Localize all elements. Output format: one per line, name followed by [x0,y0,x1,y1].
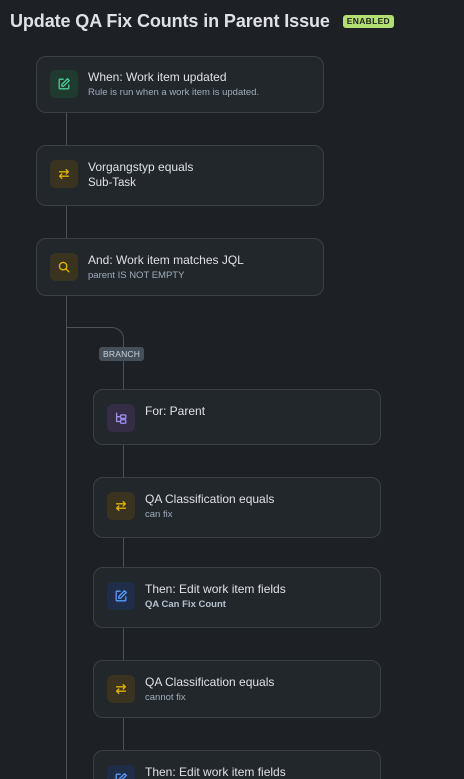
swap-arrows-icon [107,675,135,703]
rule-title: Update QA Fix Counts in Parent Issue [10,10,330,31]
node-subtitle: QA Can Fix Count [145,599,226,610]
connector-line [123,444,124,478]
edit-square-icon [107,765,135,779]
node-subtitle: cannot fix [145,692,186,703]
connector-line [66,112,67,146]
action-card[interactable]: Then: Edit work item fields QA Can Fix C… [93,567,381,628]
condition-card[interactable]: And: Work item matches JQL parent IS NOT… [36,238,324,296]
node-subtitle: can fix [145,509,173,520]
status-badge: ENABLED [342,14,394,28]
rule-header: Update QA Fix Counts in Parent Issue ENA… [10,9,394,33]
node-subtitle: Rule is run when a work item is updated. [88,87,260,98]
trigger-card[interactable]: When: Work item updated Rule is run when… [36,56,324,113]
connector-line [123,537,124,568]
condition-card[interactable]: QA Classification equals cannot fix [93,660,381,718]
branch-card[interactable]: For: Parent [93,389,381,445]
node-title: QA Classification equals [145,675,275,689]
node-title: Then: Edit work item fields [145,582,286,596]
node-title: Then: Edit work item fields [145,765,286,779]
hierarchy-icon [107,404,135,432]
swap-arrows-icon [50,160,78,188]
connector-line [123,717,124,751]
node-title: QA Classification equals [145,492,275,506]
condition-card[interactable]: QA Classification equals can fix [93,477,381,538]
node-title: Vorgangstyp equals [88,160,194,174]
branch-label: BRANCH [99,347,145,361]
connector-line [66,205,67,239]
node-subtitle: Sub-Task [88,177,136,189]
condition-card[interactable]: Vorgangstyp equals Sub-Task [36,145,324,206]
search-icon [50,253,78,281]
edit-square-icon [107,582,135,610]
node-title: When: Work item updated [88,70,227,84]
connector-line [123,627,124,661]
node-title: And: Work item matches JQL [88,253,244,267]
action-card[interactable]: Then: Edit work item fields [93,750,381,779]
node-title: For: Parent [145,404,206,418]
swap-arrows-icon [107,492,135,520]
edit-square-icon [50,70,78,98]
node-subtitle: parent IS NOT EMPTY [88,270,185,281]
